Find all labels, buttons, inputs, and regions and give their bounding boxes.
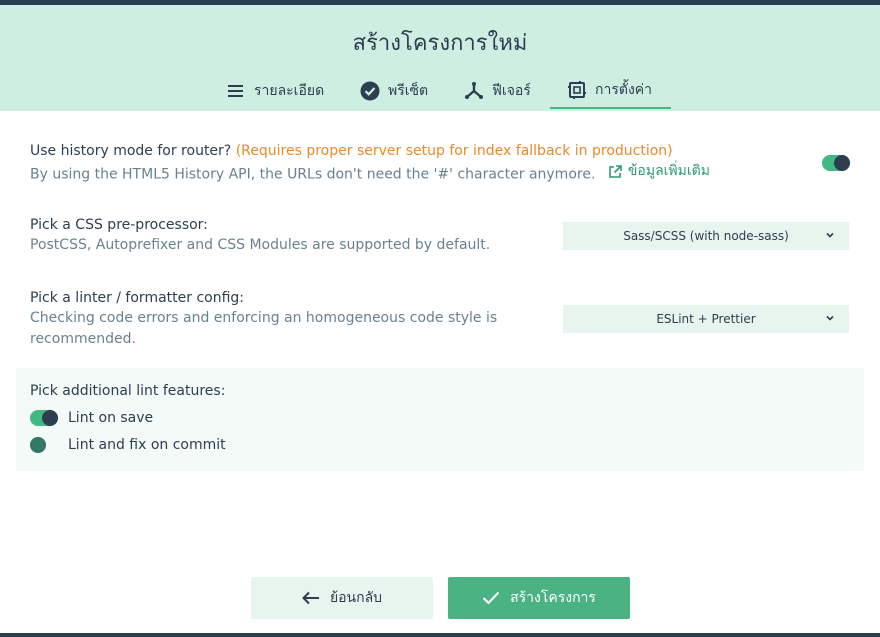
toggle-track <box>30 437 46 453</box>
linter-description-line: recommended. <box>30 331 136 347</box>
linter-description-line: Checking code errors and enforcing an ho… <box>30 310 498 326</box>
external-link-icon <box>609 164 622 178</box>
tab-label: พรีเซ็ต <box>388 83 429 99</box>
tab-label: รายละเอียด <box>254 83 325 99</box>
tab-settings[interactable]: การตั้งค่า <box>550 73 671 109</box>
toggle-knob <box>42 410 58 426</box>
lint-features-panel: Pick additional lint features: Lint on s… <box>16 368 864 471</box>
css-preprocessor-select[interactable]: Sass/SCSS (with node-sass) <box>563 222 849 250</box>
history-mode-title: Use history mode for router? <box>30 143 232 159</box>
lint-on-save-toggle[interactable] <box>30 410 58 426</box>
lint-fix-on-commit-toggle[interactable] <box>30 437 58 453</box>
tab-details[interactable]: รายละเอียด <box>226 73 324 109</box>
branch-icon <box>464 81 484 101</box>
history-mode-warning: (Requires proper server setup for index … <box>235 143 673 159</box>
linter-select[interactable]: ESLint + Prettier <box>563 305 849 333</box>
lint-fix-on-commit-option[interactable]: Lint and fix on commit <box>30 437 226 453</box>
lint-on-save-label: Lint on save <box>68 410 154 426</box>
history-mode-toggle[interactable] <box>822 155 850 171</box>
toggle-knob <box>30 437 46 453</box>
chevron-down-icon <box>826 232 834 238</box>
check-icon <box>482 591 500 605</box>
linter-description: Checking code errors and enforcing an ho… <box>30 308 497 350</box>
arrow-left-icon <box>302 591 319 605</box>
linter-label: Pick a linter / formatter config: <box>30 290 245 306</box>
project-create-dialog: สร้างโครงการใหม่ รายละเอียด พรีเซ็ต ฟีเจ… <box>0 5 880 633</box>
list-icon <box>226 81 246 101</box>
lint-features-label: Pick additional lint features: <box>30 383 226 399</box>
lint-fix-on-commit-label: Lint and fix on commit <box>68 437 226 453</box>
lint-on-save-option[interactable]: Lint on save <box>30 410 153 426</box>
history-mode-setting: Use history mode for router? (Requires p… <box>30 143 710 186</box>
create-project-button[interactable]: สร้างโครงการ <box>448 577 630 619</box>
more-info-label: ข้อมูลเพิ่มเติม <box>627 163 710 179</box>
tab-bar: รายละเอียด พรีเซ็ต ฟีเจอร์ การตั้งค่า <box>0 73 880 111</box>
chevron-down-icon <box>826 315 834 321</box>
create-project-label: สร้างโครงการ <box>510 590 596 606</box>
history-mode-description-text: By using the HTML5 History API, the URLs… <box>30 166 596 183</box>
history-mode-label: Use history mode for router? (Requires p… <box>30 143 710 159</box>
header: สร้างโครงการใหม่ รายละเอียด พรีเซ็ต ฟีเจ… <box>0 5 880 111</box>
back-button[interactable]: ย้อนกลับ <box>251 577 433 619</box>
css-preprocessor-description: PostCSS, Autoprefixer and CSS Modules ar… <box>30 237 491 253</box>
toggle-knob <box>834 155 850 171</box>
page-title: สร้างโครงการใหม่ <box>352 31 528 56</box>
settings-chip-icon <box>567 80 587 100</box>
linter-setting: Pick a linter / formatter config: Checki… <box>30 290 497 350</box>
tab-presets[interactable]: พรีเซ็ต <box>360 73 428 109</box>
back-button-label: ย้อนกลับ <box>329 590 383 606</box>
css-preprocessor-setting: Pick a CSS pre-processor: PostCSS, Autop… <box>30 217 490 256</box>
css-preprocessor-value: Sass/SCSS (with node-sass) <box>623 229 789 243</box>
more-info-link[interactable]: ข้อมูลเพิ่มเติม <box>608 161 710 182</box>
history-mode-description: By using the HTML5 History API, the URLs… <box>30 161 710 186</box>
tab-label: การตั้งค่า <box>595 82 653 98</box>
check-circle-icon <box>360 81 380 101</box>
toggle-track <box>30 410 58 426</box>
css-preprocessor-label: Pick a CSS pre-processor: <box>30 217 208 233</box>
tab-features[interactable]: ฟีเจอร์ <box>464 73 531 109</box>
tab-label: ฟีเจอร์ <box>492 83 531 99</box>
linter-value: ESLint + Prettier <box>656 312 756 326</box>
